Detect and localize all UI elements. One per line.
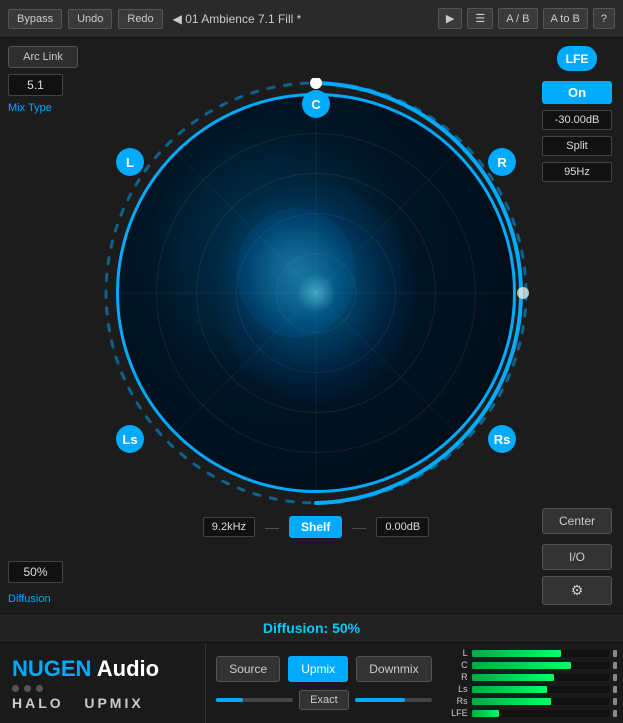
main-area: Arc Link 5.1 Mix Type 50% Diffusion C L … bbox=[0, 38, 623, 613]
brand-upmix: UPMIX bbox=[84, 695, 143, 711]
dotted-arc bbox=[101, 78, 531, 508]
split-button[interactable]: Split bbox=[542, 136, 612, 156]
speaker-C[interactable]: C bbox=[302, 90, 330, 118]
help-button[interactable]: ? bbox=[593, 8, 615, 29]
meter-row: Rs bbox=[448, 697, 617, 706]
dot-2 bbox=[24, 685, 31, 692]
meter-bar bbox=[472, 662, 571, 669]
left-panel: Arc Link 5.1 Mix Type 50% Diffusion bbox=[0, 38, 101, 613]
meter-label: C bbox=[448, 660, 468, 670]
track-name: ◀ 01 Ambience 7.1 Fill * bbox=[173, 12, 432, 26]
meter-tick bbox=[613, 710, 617, 717]
speaker-Rs[interactable]: Rs bbox=[488, 425, 516, 453]
meter-tick bbox=[613, 674, 617, 681]
brand-audio: Audio bbox=[97, 656, 159, 681]
speaker-R[interactable]: R bbox=[488, 148, 516, 176]
meter-row: LFE bbox=[448, 709, 617, 718]
footer-buttons: Source Upmix Downmix bbox=[216, 656, 431, 682]
io-button[interactable]: I/O bbox=[542, 544, 612, 570]
footer-slider-right[interactable] bbox=[355, 698, 432, 702]
footer-center: Source Upmix Downmix Exact bbox=[206, 643, 441, 723]
meter-tick bbox=[613, 686, 617, 693]
brand-sub: HALO UPMIX bbox=[12, 695, 193, 711]
meter-tick bbox=[613, 662, 617, 669]
meter-bar-container bbox=[472, 674, 609, 681]
footer-slider-right-fill bbox=[355, 698, 405, 702]
undo-button[interactable]: Undo bbox=[68, 9, 112, 29]
meter-bar bbox=[472, 686, 548, 693]
meter-label: R bbox=[448, 672, 468, 682]
db-param-button[interactable]: -30.00dB bbox=[542, 110, 612, 130]
brand-halo: HALO bbox=[12, 695, 64, 711]
diffusion-label: Diffusion bbox=[8, 593, 51, 605]
db-button[interactable]: 0.00dB bbox=[376, 517, 429, 537]
right-panel: LFE On -30.00dB Split 95Hz Center I/O ⚙ bbox=[531, 38, 623, 613]
speaker-Ls[interactable]: Ls bbox=[116, 425, 144, 453]
atob-button[interactable]: A to B bbox=[543, 8, 588, 29]
footer-meters: LCR Ls Rs LFE bbox=[442, 643, 623, 723]
meter-row: L bbox=[448, 649, 617, 658]
toolbar: Bypass Undo Redo ◀ 01 Ambience 7.1 Fill … bbox=[0, 0, 623, 38]
sep2: — bbox=[352, 519, 366, 535]
meter-bar-container bbox=[472, 698, 609, 705]
meter-label: LFE bbox=[448, 708, 468, 718]
footer: NUGEN Audio HALO UPMIX Source Upmix Down… bbox=[0, 643, 623, 723]
status-bar: Diffusion: 50% bbox=[0, 613, 623, 643]
meter-row: C bbox=[448, 661, 617, 670]
sep1: — bbox=[265, 519, 279, 535]
footer-slider[interactable] bbox=[216, 698, 293, 702]
meter-bar bbox=[472, 698, 552, 705]
meter-bar-container bbox=[472, 686, 609, 693]
visualizer-container: C L R Ls Rs bbox=[101, 78, 531, 508]
source-button[interactable]: Source bbox=[216, 656, 280, 682]
meter-bar-container bbox=[472, 650, 609, 657]
freq-button[interactable]: 9.2kHz bbox=[203, 517, 255, 537]
eq-controls: 9.2kHz — Shelf — 0.00dB bbox=[101, 516, 531, 538]
meter-label: L bbox=[448, 648, 468, 658]
exact-button[interactable]: Exact bbox=[299, 690, 349, 710]
meter-tick bbox=[613, 698, 617, 705]
hz-button[interactable]: 95Hz bbox=[542, 162, 612, 182]
meter-bar bbox=[472, 650, 561, 657]
center-pane: C L R Ls Rs bbox=[101, 38, 531, 613]
brand-nugen: NUGEN bbox=[12, 656, 91, 681]
meter-bar bbox=[472, 710, 499, 717]
shelf-button[interactable]: Shelf bbox=[289, 516, 342, 538]
center-button[interactable]: Center bbox=[542, 508, 612, 534]
footer-slider-fill bbox=[216, 698, 243, 702]
arc-link-button[interactable]: Arc Link bbox=[8, 46, 78, 68]
redo-button[interactable]: Redo bbox=[118, 9, 162, 29]
bypass-button[interactable]: Bypass bbox=[8, 9, 62, 29]
brand-nugen-audio: NUGEN Audio bbox=[12, 656, 193, 682]
mix-type-value[interactable]: 5.1 bbox=[8, 74, 63, 96]
on-button[interactable]: On bbox=[542, 81, 612, 104]
ab-button[interactable]: A / B bbox=[498, 8, 537, 29]
meter-bar bbox=[472, 674, 554, 681]
meter-label: Ls bbox=[448, 684, 468, 694]
dot-1 bbox=[12, 685, 19, 692]
dot-3 bbox=[36, 685, 43, 692]
meter-bar-container bbox=[472, 662, 609, 669]
meter-bar-container bbox=[472, 710, 609, 717]
meter-tick bbox=[613, 650, 617, 657]
downmix-button[interactable]: Downmix bbox=[356, 656, 431, 682]
speaker-L[interactable]: L bbox=[116, 148, 144, 176]
mix-type-label: Mix Type bbox=[8, 102, 52, 114]
diffusion-value[interactable]: 50% bbox=[8, 561, 63, 583]
toolbar-right: ▶ ☰ A / B A to B ? bbox=[438, 8, 615, 29]
status-text: Diffusion: 50% bbox=[263, 620, 360, 636]
meter-row: Ls bbox=[448, 685, 617, 694]
gear-button[interactable]: ⚙ bbox=[542, 576, 612, 605]
footer-slider-row: Exact bbox=[216, 690, 431, 710]
lfe-label[interactable]: LFE bbox=[557, 46, 597, 71]
list-button[interactable]: ☰ bbox=[467, 8, 493, 29]
brand-dots bbox=[12, 685, 193, 692]
upmix-button[interactable]: Upmix bbox=[288, 656, 348, 682]
meter-label: Rs bbox=[448, 696, 468, 706]
meter-row: R bbox=[448, 673, 617, 682]
brand-area: NUGEN Audio HALO UPMIX bbox=[0, 643, 206, 723]
play-button[interactable]: ▶ bbox=[438, 8, 462, 29]
